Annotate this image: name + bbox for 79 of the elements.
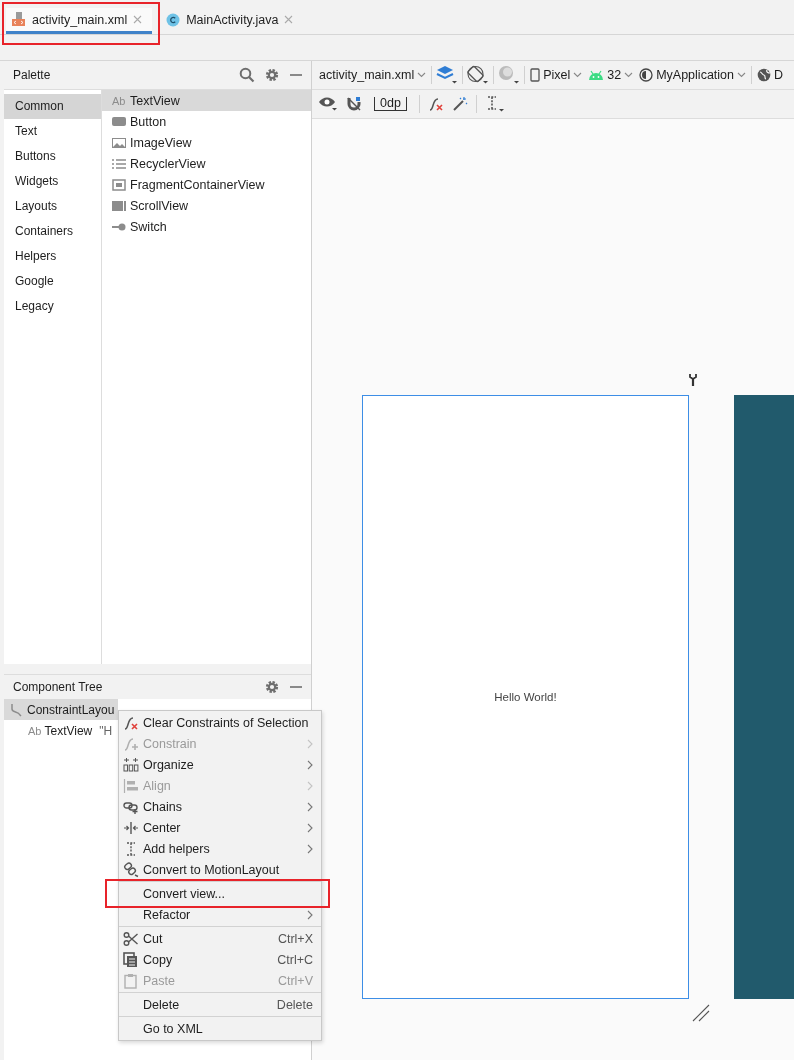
text-view-icon: Ab xyxy=(28,724,42,737)
menu-item[interactable]: Add helpers xyxy=(119,838,321,859)
category-item[interactable]: Containers xyxy=(4,219,101,244)
palette-item[interactable]: Button xyxy=(102,111,311,132)
panel-title: Palette xyxy=(13,68,52,82)
wrench-icon[interactable] xyxy=(688,373,698,387)
device-dropdown[interactable]: Pixel xyxy=(529,68,584,82)
constrain-icon xyxy=(123,735,139,752)
tree-node[interactable]: Ab TextView "H xyxy=(4,720,117,741)
center-icon xyxy=(123,819,139,836)
align-icon xyxy=(123,777,139,794)
palette-item[interactable]: Switch xyxy=(102,216,311,237)
category-item[interactable]: Google xyxy=(4,269,101,294)
xml-file-icon xyxy=(12,12,26,27)
api-level-dropdown[interactable]: 32 xyxy=(587,68,635,82)
palette-item[interactable]: ScrollView xyxy=(102,195,311,216)
category-item[interactable]: Text xyxy=(4,119,101,144)
palette-item[interactable]: RecyclerView xyxy=(102,153,311,174)
eye-icon[interactable] xyxy=(318,95,338,113)
copy-icon xyxy=(123,951,139,968)
magic-wand-icon[interactable] xyxy=(451,96,468,112)
settings-icon[interactable] xyxy=(265,68,279,82)
category-item[interactable]: Common xyxy=(4,94,101,119)
frame-icon xyxy=(112,178,126,191)
tree-node[interactable]: ConstraintLayou xyxy=(4,699,119,720)
organize-icon xyxy=(123,756,139,773)
clipboard-icon xyxy=(123,972,139,989)
resize-handle-icon[interactable] xyxy=(692,1004,710,1022)
settings-icon[interactable] xyxy=(265,680,279,694)
file-dropdown[interactable]: activity_main.xml xyxy=(318,68,428,82)
menu-item[interactable]: Chains xyxy=(119,796,321,817)
phone-icon xyxy=(530,68,541,82)
hello-text[interactable]: Hello World! xyxy=(494,691,557,703)
category-item[interactable]: Widgets xyxy=(4,169,101,194)
menu-item[interactable]: Cut Ctrl+X xyxy=(119,928,321,949)
menu-item[interactable]: Convert view... xyxy=(119,883,321,904)
category-item[interactable]: Buttons xyxy=(4,144,101,169)
theme-dropdown[interactable]: MyApplication xyxy=(638,68,747,82)
locale-dropdown[interactable]: D xyxy=(756,68,785,82)
caret-icon xyxy=(624,72,634,78)
scroll-icon xyxy=(112,199,126,212)
caret-icon xyxy=(573,72,583,78)
text-view-icon: Ab xyxy=(112,94,126,107)
android-icon xyxy=(588,69,605,81)
menu-item[interactable]: Organize xyxy=(119,754,321,775)
menu-item[interactable]: Delete Delete xyxy=(119,994,321,1015)
caret-icon xyxy=(417,72,427,78)
palette-item[interactable]: FragmentContainerView xyxy=(102,174,311,195)
margin-field[interactable]: 0dp xyxy=(374,97,407,111)
category-item[interactable]: Layouts xyxy=(4,194,101,219)
constraint-icon xyxy=(10,702,24,717)
palette-item[interactable]: Ab TextView xyxy=(102,90,311,111)
cut-icon xyxy=(123,930,139,947)
panel-title: Component Tree xyxy=(13,680,104,694)
menu-item[interactable]: Refactor xyxy=(119,904,321,925)
editor-tab[interactable]: MainActivity.java xyxy=(160,8,304,34)
class-icon xyxy=(166,12,181,27)
layers-icon[interactable] xyxy=(436,65,459,85)
clear-constraints-icon xyxy=(123,714,139,731)
editor-tab[interactable]: activity_main.xml xyxy=(6,8,153,34)
caret-icon xyxy=(737,72,746,78)
search-icon[interactable] xyxy=(239,67,255,83)
magnet-icon[interactable] xyxy=(346,96,362,112)
link-icon xyxy=(123,861,139,878)
menu-item[interactable]: Center xyxy=(119,817,321,838)
category-item[interactable]: Helpers xyxy=(4,244,101,269)
rotate-icon[interactable] xyxy=(467,65,490,85)
button-icon xyxy=(112,115,126,128)
image-icon xyxy=(112,136,126,149)
category-item[interactable]: Legacy xyxy=(4,294,101,319)
menu-item[interactable]: Clear Constraints of Selection xyxy=(119,712,321,733)
menu-item[interactable]: Go to XML xyxy=(119,1018,321,1039)
palette-item[interactable]: ImageView xyxy=(102,132,311,153)
menu-item[interactable]: Copy Ctrl+C xyxy=(119,949,321,970)
list-icon xyxy=(112,157,126,170)
menu-item[interactable]: Convert to MotionLayout xyxy=(119,859,321,880)
clear-constraints-icon xyxy=(427,96,444,112)
globe-icon xyxy=(757,68,771,82)
theme-icon xyxy=(639,68,654,82)
